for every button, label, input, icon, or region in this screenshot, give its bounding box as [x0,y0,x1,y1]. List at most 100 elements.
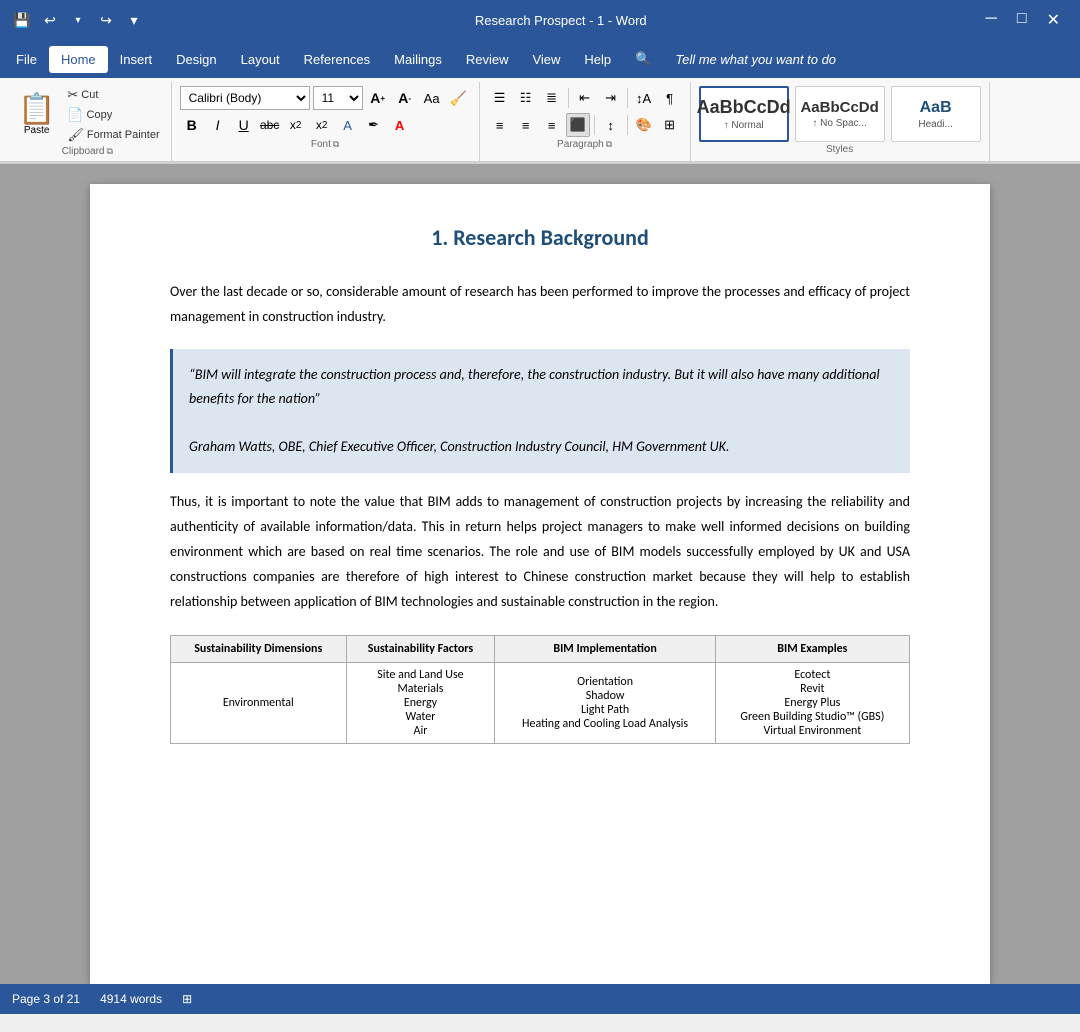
grow-font-button[interactable]: A+ [366,86,390,110]
paragraph-expand-icon[interactable]: ⧉ [606,139,612,150]
clipboard-secondary: ✂ Cut 📄 Copy 🖌 Format Painter [64,86,162,144]
menu-mailings[interactable]: Mailings [382,46,454,73]
window-title: Research Prospect - 1 - Word [475,13,647,28]
show-formatting-button[interactable]: ¶ [658,86,682,110]
para-row2: ≡ ≡ ≡ ⬛ ↕ 🎨 ⊞ [488,113,682,137]
language-icon[interactable]: ⊞ [182,992,192,1006]
paste-label: Paste [24,125,50,136]
clipboard-content: 📋 Paste ✂ Cut 📄 Copy 🖌 Format Pai [12,86,163,144]
document-page[interactable]: 1. Research Background Over the last dec… [90,184,990,984]
menu-file[interactable]: File [4,46,49,73]
menu-review[interactable]: Review [454,46,521,73]
text-effects-button[interactable]: A [336,113,360,137]
separator2 [627,88,628,108]
menu-help[interactable]: Help [572,46,623,73]
heading-style-label: Headi... [918,119,952,130]
blockquote-text: “BIM will integrate the construction pro… [189,363,894,411]
heading-style-button[interactable]: AaB Headi... [891,86,981,142]
font-size-select[interactable]: 11 [313,86,363,110]
italic-button[interactable]: I [206,113,230,137]
shading-button[interactable]: 🎨 [632,113,656,137]
normal-style-preview: AaBbCcDd [697,97,791,118]
document-blockquote: “BIM will integrate the construction pro… [170,349,910,472]
numbering-button[interactable]: ☷ [514,86,538,110]
menu-references[interactable]: References [292,46,382,73]
redo-icon[interactable]: ↪ [96,10,116,30]
blockquote-attribution: Graham Watts, OBE, Chief Executive Offic… [189,435,894,459]
paste-button[interactable]: 📋 Paste [12,93,61,138]
sort-button[interactable]: ↕A [632,86,656,110]
font-name-select[interactable]: Calibri (Body) [180,86,310,110]
increase-indent-button[interactable]: ⇥ [599,86,623,110]
styles-group: AaBbCcDd ↑ Normal AaBbCcDd ↑ No Spac... … [691,82,990,161]
heading-style-preview: AaB [920,99,952,117]
shrink-font-button[interactable]: A- [393,86,417,110]
superscript-button[interactable]: x2 [310,113,334,137]
cut-label: Cut [81,89,98,101]
paragraph-group: ☰ ☷ ≣ ⇤ ⇥ ↕A ¶ ≡ ≡ ≡ ⬛ ↕ [480,82,691,161]
clipboard-expand-icon[interactable]: ⧉ [107,146,113,157]
align-center-button[interactable]: ≡ [514,113,538,137]
save-icon[interactable]: 💾 [12,10,32,30]
change-case-button[interactable]: Aa [420,86,444,110]
multilevel-list-button[interactable]: ≣ [540,86,564,110]
sustainability-table: Sustainability Dimensions Sustainability… [170,635,910,744]
align-right-button[interactable]: ≡ [540,113,564,137]
font-expand-icon[interactable]: ⧉ [333,139,339,150]
justify-button[interactable]: ⬛ [566,113,590,137]
menu-layout[interactable]: Layout [229,46,292,73]
separator4 [627,115,628,135]
menu-design[interactable]: Design [164,46,228,73]
styles-content: AaBbCcDd ↑ Normal AaBbCcDd ↑ No Spac... … [699,86,981,142]
menu-insert[interactable]: Insert [108,46,165,73]
format-painter-button[interactable]: 🖌 Format Painter [64,126,162,144]
subscript-button[interactable]: x2 [284,113,308,137]
bold-button[interactable]: B [180,113,204,137]
menu-home[interactable]: Home [49,46,108,73]
col-header-examples: BIM Examples [715,635,909,662]
undo-dropdown-icon[interactable]: ▾ [68,10,88,30]
font-group: Calibri (Body) 11 A+ A- Aa 🧹 B I U abc [172,82,480,161]
col-header-implementation: BIM Implementation [495,635,715,662]
ribbon: 📋 Paste ✂ Cut 📄 Copy 🖌 Format Pai [0,78,1080,164]
minimize-btn[interactable]: ─ [978,10,1005,30]
clear-formatting-button[interactable]: 🧹 [447,86,471,110]
col-header-dimensions: Sustainability Dimensions [171,635,347,662]
copy-icon: 📄 [67,107,83,123]
cell-factors: Site and Land UseMaterialsEnergyWaterAir [346,662,495,743]
font-row1: Calibri (Body) 11 A+ A- Aa 🧹 [180,86,471,110]
line-spacing-button[interactable]: ↕ [599,113,623,137]
cell-examples: EcotectRevitEnergy PlusGreen Building St… [715,662,909,743]
copy-button[interactable]: 📄 Copy [64,106,162,124]
close-btn[interactable]: ✕ [1039,10,1068,30]
menu-tell-me[interactable]: Tell me what you want to do [663,46,848,73]
bullets-button[interactable]: ☰ [488,86,512,110]
title-bar: 💾 ↩ ▾ ↪ ▾ Research Prospect - 1 - Word ─… [0,0,1080,40]
maximize-btn[interactable]: □ [1009,10,1035,30]
col-header-factors: Sustainability Factors [346,635,495,662]
normal-style-button[interactable]: AaBbCcDd ↑ Normal [699,86,789,142]
font-color-button[interactable]: A [388,113,412,137]
cut-button[interactable]: ✂ Cut [64,86,162,104]
strikethrough-button[interactable]: abc [258,113,282,137]
cell-implementation: OrientationShadowLight PathHeating and C… [495,662,715,743]
format-painter-icon: 🖌 [67,127,84,143]
borders-button[interactable]: ⊞ [658,113,682,137]
clipboard-label: Clipboard ⧉ [12,144,163,157]
format-painter-label: Format Painter [87,129,160,141]
document-para2: Thus, it is important to note the value … [170,489,910,615]
menu-search-icon[interactable]: 🔍 [623,45,663,73]
decrease-indent-button[interactable]: ⇤ [573,86,597,110]
nospace-style-label: ↑ No Spac... [812,118,866,129]
align-left-button[interactable]: ≡ [488,113,512,137]
paragraph-controls: ☰ ☷ ≣ ⇤ ⇥ ↕A ¶ ≡ ≡ ≡ ⬛ ↕ [488,86,682,137]
menu-view[interactable]: View [520,46,572,73]
text-highlight-button[interactable]: ✒ [362,113,386,137]
undo-icon[interactable]: ↩ [40,10,60,30]
cut-icon: ✂ [67,87,78,103]
separator1 [568,88,569,108]
more-quick-access-icon[interactable]: ▾ [124,10,144,30]
font-label: Font ⧉ [180,137,471,150]
underline-button[interactable]: U [232,113,256,137]
no-space-style-button[interactable]: AaBbCcDd ↑ No Spac... [795,86,885,142]
